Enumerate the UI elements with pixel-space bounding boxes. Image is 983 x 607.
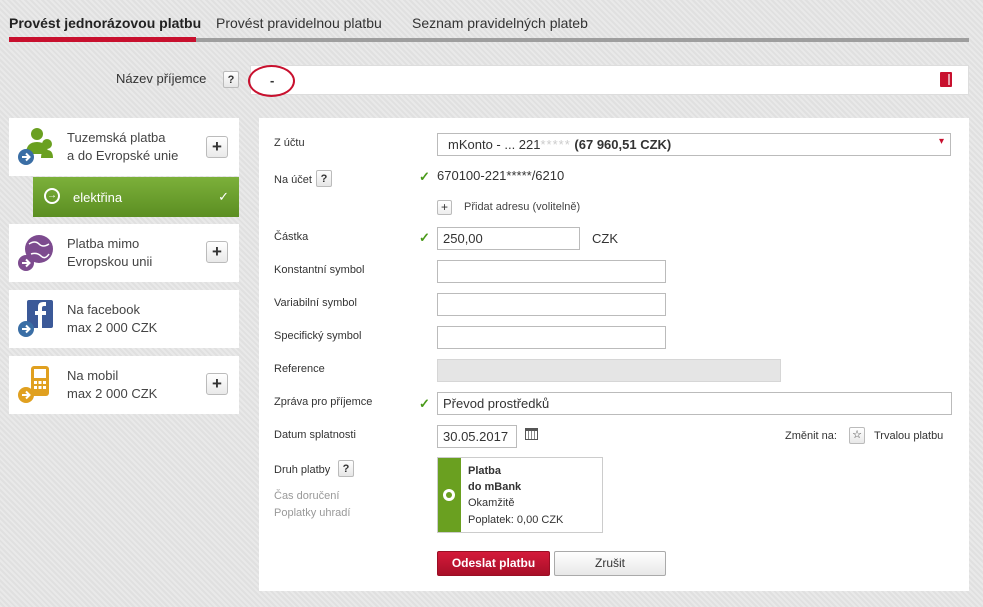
- facebook-arrow-icon: [18, 300, 53, 337]
- check-icon: ✓: [419, 230, 430, 245]
- cancel-button[interactable]: Zrušit: [554, 551, 666, 576]
- mobile-arrow-icon: [18, 366, 49, 403]
- reference-label: Reference: [274, 363, 325, 375]
- card-nonEU-line1: Platba mimo: [67, 236, 140, 251]
- address-book-icon[interactable]: [940, 72, 952, 87]
- due-date-input[interactable]: [437, 425, 517, 448]
- delivery-time-label: Čas doručení: [274, 490, 340, 502]
- variable-symbol-label: Variabilní symbol: [274, 297, 357, 309]
- from-account-balance: (67 960,51 CZK): [574, 137, 672, 152]
- from-account-select[interactable]: mKonto - ... 221***** (67 960,51 CZK) ▾: [437, 133, 951, 156]
- card-facebook-line1: Na facebook: [67, 302, 140, 317]
- card-nonEU-line2: Evropskou unii: [67, 254, 153, 269]
- check-icon: ✓: [419, 396, 430, 411]
- recipient-input[interactable]: [250, 65, 969, 95]
- card-mobile-line1: Na mobil: [67, 368, 119, 383]
- due-date-label: Datum splatnosti: [274, 429, 356, 441]
- currency-label: CZK: [592, 231, 618, 246]
- card-domestic-line1: Tuzemská platba: [67, 130, 166, 145]
- payment-kind-help-icon[interactable]: ?: [338, 460, 354, 477]
- payment-type-non-eu[interactable]: Platba mimo Evropskou unii +: [9, 224, 239, 282]
- tab-recurring-list[interactable]: Seznam pravidelných plateb: [412, 15, 588, 31]
- add-address-link[interactable]: Přidat adresu (volitelně): [464, 201, 580, 213]
- calendar-icon[interactable]: [525, 428, 538, 440]
- specific-symbol-input[interactable]: [437, 326, 666, 349]
- tab-recurring-payment[interactable]: Provést pravidelnou platbu: [216, 15, 382, 31]
- recipient-label: Název příjemce: [116, 71, 207, 86]
- person-arrow-icon: [18, 128, 53, 165]
- recipient-value: -: [270, 73, 275, 88]
- expand-mobile-button[interactable]: +: [206, 373, 228, 395]
- radio-selected-icon[interactable]: [443, 489, 455, 501]
- tile-fee: Poplatek: 0,00 CZK: [468, 514, 564, 526]
- send-payment-button[interactable]: Odeslat platbu: [437, 551, 550, 576]
- add-address-plus-icon[interactable]: +: [437, 200, 452, 215]
- payment-type-domestic[interactable]: Tuzemská platba a do Evropské unie +: [9, 118, 239, 176]
- tab-one-time-payment[interactable]: Provést jednorázovou platbu: [9, 15, 201, 31]
- payment-form-panel: [259, 118, 969, 591]
- fees-paid-by-label: Poplatky uhradí: [274, 507, 351, 519]
- constant-symbol-input[interactable]: [437, 260, 666, 283]
- tile-title-1: Platba: [468, 465, 502, 477]
- check-icon: ✓: [218, 189, 229, 204]
- recipient-help-icon[interactable]: ?: [223, 71, 239, 88]
- from-account-label: Z účtu: [274, 137, 305, 149]
- to-account-label: Na účet: [274, 174, 312, 186]
- expand-non-eu-button[interactable]: +: [206, 241, 228, 263]
- masked-digits: *****: [540, 137, 571, 152]
- tab-active-indicator: [9, 37, 196, 42]
- message-input[interactable]: [437, 392, 952, 415]
- constant-symbol-label: Konstantní symbol: [274, 264, 365, 276]
- payment-type-mobile[interactable]: Na mobil max 2 000 CZK +: [9, 356, 239, 414]
- reference-input: [437, 359, 781, 382]
- template-label: elektřina: [73, 190, 123, 205]
- to-account-help-icon[interactable]: ?: [316, 170, 332, 187]
- tile-delivery: Okamžitě: [468, 497, 515, 509]
- expand-domestic-button[interactable]: +: [206, 136, 228, 158]
- amount-label: Částka: [274, 231, 309, 243]
- template-elektrina[interactable]: → elektřina ✓: [33, 177, 239, 217]
- payment-type-facebook[interactable]: Na facebook max 2 000 CZK: [9, 290, 239, 348]
- standing-order-link[interactable]: Trvalou platbu: [874, 430, 943, 442]
- globe-arrow-icon: [18, 235, 53, 271]
- chevron-down-icon: ▾: [938, 136, 944, 147]
- arrow-circle-icon: →: [44, 188, 60, 204]
- tile-title-2: do mBank: [468, 481, 522, 493]
- specific-symbol-label: Specifický symbol: [274, 330, 362, 342]
- from-account-prefix: mKonto - ... 221: [448, 137, 541, 152]
- variable-symbol-input[interactable]: [437, 293, 666, 316]
- check-icon: ✓: [419, 169, 430, 184]
- payment-kind-label: Druh platby: [274, 464, 331, 476]
- change-to-label: Změnit na:: [785, 430, 837, 442]
- card-domestic-line2: a do Evropské unie: [67, 148, 179, 163]
- star-icon[interactable]: ☆: [849, 427, 865, 444]
- to-account-value: 670100-221*****/6210: [437, 168, 565, 183]
- amount-input[interactable]: [437, 227, 580, 250]
- payment-option-mbank[interactable]: Platba do mBank Okamžitě Poplatek: 0,00 …: [437, 457, 603, 533]
- card-facebook-line2: max 2 000 CZK: [67, 320, 158, 335]
- card-mobile-line2: max 2 000 CZK: [67, 386, 158, 401]
- message-label: Zpráva pro příjemce: [274, 396, 373, 408]
